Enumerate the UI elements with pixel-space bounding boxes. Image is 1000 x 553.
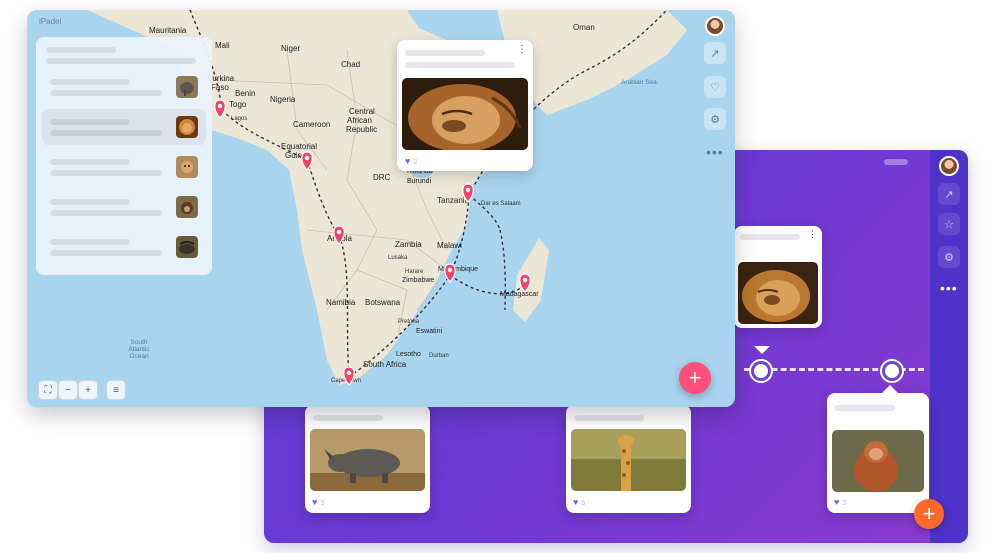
location-pin (214, 99, 226, 119)
location-pin (444, 263, 456, 283)
timeline-card-orangutan[interactable]: ♥ 2 (827, 393, 929, 513)
more-icon[interactable]: ••• (940, 280, 958, 296)
popup-subtitle-placeholder (405, 62, 515, 68)
location-pin (343, 366, 355, 386)
lion-photo (738, 262, 818, 324)
card-title-placeholder (574, 415, 644, 421)
like-count: 5 (581, 500, 586, 507)
places-list-panel (36, 37, 212, 275)
giraffe-photo (571, 429, 686, 491)
card-title-placeholder (313, 415, 383, 421)
rhino-photo (310, 429, 425, 491)
cheetah-thumbnail (176, 156, 198, 178)
card-title-placeholder (740, 234, 800, 240)
user-avatar[interactable] (705, 16, 725, 36)
list-item[interactable] (42, 189, 206, 225)
elephant-thumbnail (176, 76, 198, 98)
card-menu-icon[interactable]: ⋮ (517, 44, 527, 55)
heart-icon[interactable]: ♥ 2 (405, 156, 417, 166)
add-button[interactable]: + (914, 499, 944, 529)
card-menu-icon[interactable]: ⋮ (808, 229, 817, 240)
settings-icon[interactable]: ⚙ (938, 246, 960, 268)
location-pin (301, 151, 313, 171)
heart-icon[interactable]: ♥ 5 (573, 497, 585, 507)
timeline-card-lion[interactable]: ⋮ (734, 226, 822, 328)
zoom-in-icon[interactable]: + (78, 380, 98, 400)
top-bar-placeholder (884, 159, 908, 165)
zoom-out-icon[interactable]: − (58, 380, 78, 400)
place-popup-card[interactable]: ⋮ ♥ 2 (397, 40, 533, 171)
right-rail: ↗ ♡ ⚙ ••• (695, 10, 735, 407)
like-count: 3 (320, 500, 325, 507)
right-rail: ↗ ☆ ⚙ ••• (930, 150, 968, 543)
timeline-card-rhino[interactable]: ♥ 3 (305, 405, 430, 513)
panel-subtitle-placeholder (46, 58, 196, 64)
add-button[interactable]: + (679, 362, 711, 394)
list-item[interactable] (42, 109, 206, 145)
share-icon[interactable]: ↗ (704, 42, 726, 64)
panel-title-placeholder (46, 47, 116, 53)
more-icon[interactable]: ••• (706, 144, 724, 160)
timeline-card-giraffe[interactable]: ♥ 5 (566, 405, 691, 513)
timeline-node[interactable] (882, 361, 902, 381)
buffalo-thumbnail (176, 236, 198, 258)
fullscreen-icon[interactable]: ⛶ (38, 380, 58, 400)
list-item[interactable] (42, 69, 206, 105)
like-count: 2 (413, 159, 418, 166)
heart-icon[interactable]: ♡ (704, 76, 726, 98)
star-icon[interactable]: ☆ (938, 213, 960, 235)
list-icon[interactable]: ≡ (106, 380, 126, 400)
location-pin (519, 273, 531, 293)
app-logo: iPadel (39, 17, 62, 26)
heart-icon[interactable]: ♥ 3 (312, 497, 324, 507)
user-avatar[interactable] (939, 156, 959, 176)
heart-icon[interactable]: ♥ 2 (834, 497, 846, 507)
settings-icon[interactable]: ⚙ (704, 108, 726, 130)
timeline-node[interactable] (751, 361, 771, 381)
monkey-thumbnail (176, 196, 198, 218)
location-pin (333, 225, 345, 245)
card-pointer (882, 385, 898, 393)
map-window: Mauritania Mali Niger Chad Oman Burkina … (27, 10, 735, 407)
lion-photo (402, 78, 528, 150)
share-icon[interactable]: ↗ (938, 183, 960, 205)
orangutan-photo (832, 430, 924, 492)
location-pin (462, 183, 474, 203)
list-item[interactable] (42, 149, 206, 185)
like-count: 2 (842, 500, 847, 507)
lion-thumbnail (176, 116, 198, 138)
card-title-placeholder (835, 405, 895, 411)
card-pointer (754, 346, 770, 354)
popup-title-placeholder (405, 50, 485, 56)
list-item[interactable] (42, 229, 206, 265)
